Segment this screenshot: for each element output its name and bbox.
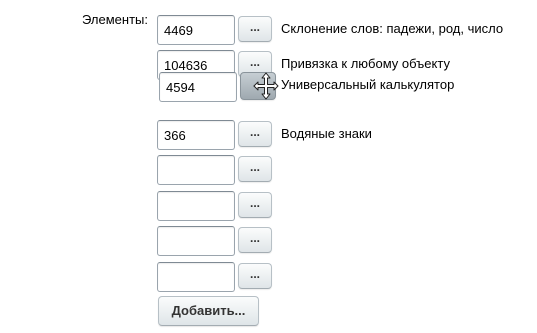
- element-id-input[interactable]: [157, 226, 235, 256]
- element-name: Склонение слов: падежи, род, число: [281, 21, 504, 36]
- browse-button[interactable]: ...: [238, 16, 272, 42]
- element-name: Универсальный калькулятор: [281, 77, 455, 92]
- element-id-input[interactable]: [157, 120, 235, 150]
- element-name: Водяные знаки: [281, 126, 372, 141]
- browse-button[interactable]: ...: [238, 192, 272, 218]
- element-id-input[interactable]: [159, 72, 237, 102]
- element-id-input[interactable]: [157, 155, 235, 185]
- elements-label: Элементы:: [82, 12, 148, 27]
- element-id-input[interactable]: [157, 262, 235, 292]
- add-button[interactable]: Добавить...: [158, 296, 259, 326]
- element-name: Привязка к любому объекту: [281, 56, 450, 71]
- browse-button[interactable]: ...: [238, 121, 272, 147]
- move-cursor-icon: [253, 72, 279, 100]
- browse-button[interactable]: ...: [238, 156, 272, 182]
- element-id-input[interactable]: [157, 191, 235, 221]
- dragged-element-row[interactable]: ... Универсальный калькулятор: [159, 72, 459, 102]
- element-id-input[interactable]: [157, 15, 235, 45]
- browse-button[interactable]: ...: [238, 227, 272, 253]
- browse-button[interactable]: ...: [238, 263, 272, 289]
